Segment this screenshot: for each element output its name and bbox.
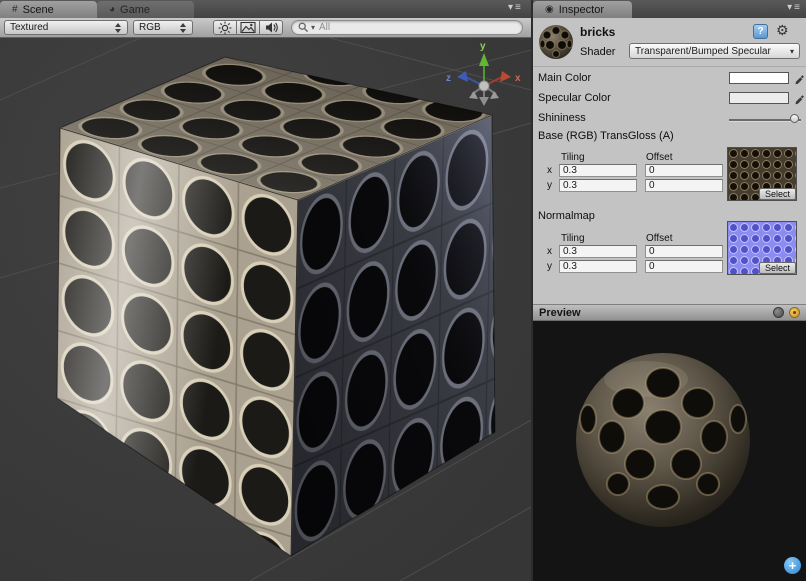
gizmo-z-label: z <box>446 73 451 84</box>
game-tab-label: Game <box>120 4 150 16</box>
shader-value: Transparent/Bumped Specular <box>635 46 771 57</box>
draw-mode-label: Textured <box>10 22 48 33</box>
image-icon <box>240 21 256 34</box>
inspector-tab-icon: ◉ <box>545 4 554 15</box>
base-offset-y-input[interactable] <box>645 179 723 192</box>
orientation-gizmo[interactable]: y x z <box>438 38 530 116</box>
main-color-label: Main Color <box>538 72 591 85</box>
base-map-label: Base (RGB) TransGloss (A) <box>538 130 674 143</box>
sun-icon <box>218 21 232 35</box>
scene-fx-button[interactable] <box>236 20 260 35</box>
gizmo-x-cone[interactable] <box>500 71 511 82</box>
normal-tiling-x-input[interactable] <box>559 245 637 258</box>
gizmo-z-cone[interactable] <box>457 71 468 82</box>
header-separator <box>533 66 806 67</box>
scene-tab-label: Scene <box>23 4 54 16</box>
preview-options-button[interactable] <box>773 307 784 318</box>
scene-search-field[interactable]: ▾ <box>291 20 523 35</box>
draw-mode-dropdown[interactable]: Textured <box>4 20 128 35</box>
popup-arrows-icon <box>180 23 187 33</box>
normal-map-label: Normalmap <box>538 210 595 223</box>
render-mode-dropdown[interactable]: RGB <box>133 20 193 35</box>
base-tiling-header: Tiling <box>561 152 585 164</box>
shininess-label: Shininess <box>538 112 586 125</box>
chevron-down-icon: ▾ <box>790 47 794 56</box>
eyedropper-icon[interactable] <box>793 72 806 85</box>
normal-texture-thumbnail[interactable]: Select <box>727 221 797 275</box>
eyedropper-icon[interactable] <box>793 92 806 105</box>
base-tiling-y-input[interactable] <box>559 179 637 192</box>
search-icon <box>298 22 309 33</box>
normal-tiling-y-input[interactable] <box>559 260 637 273</box>
gizmo-y-label: y <box>480 41 486 52</box>
pane-menu-icon[interactable]: ≡ <box>515 2 523 13</box>
base-tiling-x-input[interactable] <box>559 164 637 177</box>
scene-tab-icon: # <box>12 4 18 15</box>
render-mode-label: RGB <box>139 22 161 33</box>
gear-icon: ⚙ <box>776 22 789 38</box>
normal-select-button[interactable]: Select <box>759 262 796 274</box>
base-offset-header: Offset <box>646 152 673 164</box>
preview-add-button[interactable]: + <box>784 557 801 574</box>
shader-dropdown[interactable]: Transparent/Bumped Specular ▾ <box>629 43 800 59</box>
normal-offset-x-input[interactable] <box>645 245 723 258</box>
specular-color-swatch[interactable] <box>729 92 789 104</box>
search-filter-dropdown-icon[interactable]: ▾ <box>311 23 315 32</box>
normal-tiling-header: Tiling <box>561 233 585 245</box>
scene-lighting-button[interactable] <box>213 20 237 35</box>
shininess-slider-thumb[interactable] <box>790 114 799 123</box>
scene-toolbar: Textured RGB <box>0 18 531 38</box>
base-row-y-label: y <box>547 180 552 192</box>
tab-well: # Scene ◕ Game ▾≡ ◉ Inspector ▾≡ <box>0 0 806 18</box>
gizmo-neg-cone[interactable] <box>490 91 499 99</box>
inspector-menu-icon[interactable]: ≡ <box>794 2 802 13</box>
help-icon: ? <box>757 26 763 37</box>
tab-inspector[interactable]: ◉ Inspector <box>533 1 632 18</box>
preview-popout-button[interactable] <box>789 307 800 318</box>
settings-button[interactable]: ⚙ <box>776 22 789 38</box>
popup-arrows-icon <box>115 23 122 33</box>
gizmo-x-label: x <box>515 73 521 84</box>
textured-cube <box>57 57 495 556</box>
main-color-swatch[interactable] <box>729 72 789 84</box>
tab-game[interactable]: ◕ Game <box>97 1 194 18</box>
inspector-pane-menu[interactable]: ▾≡ <box>787 2 802 13</box>
preview-sphere <box>533 321 806 581</box>
pane-dropdown-icon[interactable]: ▾ <box>508 2 515 13</box>
material-name: bricks <box>580 25 615 39</box>
inspector-tab-label: Inspector <box>559 4 604 16</box>
base-texture-thumbnail[interactable]: Select <box>727 147 797 201</box>
gizmo-neg-cone[interactable] <box>479 97 489 106</box>
gizmo-center[interactable] <box>479 81 489 91</box>
help-button[interactable]: ? <box>753 24 768 39</box>
scene-3d-canvas <box>0 38 531 581</box>
base-select-button[interactable]: Select <box>759 188 796 200</box>
shader-label: Shader <box>580 46 615 59</box>
speaker-icon <box>264 21 278 34</box>
preview-canvas[interactable]: + <box>533 321 806 581</box>
specular-color-label: Specular Color <box>538 92 611 105</box>
scene-viewport[interactable]: y x z <box>0 38 531 581</box>
normal-row-x-label: x <box>547 246 552 258</box>
normal-offset-y-input[interactable] <box>645 260 723 273</box>
base-offset-x-input[interactable] <box>645 164 723 177</box>
gizmo-neg-cone[interactable] <box>469 91 478 99</box>
tab-scene[interactable]: # Scene <box>0 1 97 18</box>
preview-header[interactable]: Preview <box>533 304 806 321</box>
gizmo-y-cone[interactable] <box>479 53 489 66</box>
scene-pane-menu[interactable]: ▾≡ <box>508 2 523 13</box>
base-row-x-label: x <box>547 165 552 177</box>
search-input[interactable] <box>317 21 516 35</box>
normal-offset-header: Offset <box>646 233 673 245</box>
preview-title: Preview <box>539 307 768 319</box>
plus-icon: + <box>789 559 797 572</box>
scene-view-toggles <box>213 20 283 35</box>
unity-editor-window: # Scene ◕ Game ▾≡ ◉ Inspector ▾≡ Texture… <box>0 0 806 581</box>
game-tab-icon: ◕ <box>109 4 115 15</box>
material-preview-icon <box>536 21 576 63</box>
scene-audio-button[interactable] <box>259 20 283 35</box>
normal-row-y-label: y <box>547 261 552 273</box>
inspector-panel: bricks Shader Transparent/Bumped Specula… <box>533 18 806 581</box>
